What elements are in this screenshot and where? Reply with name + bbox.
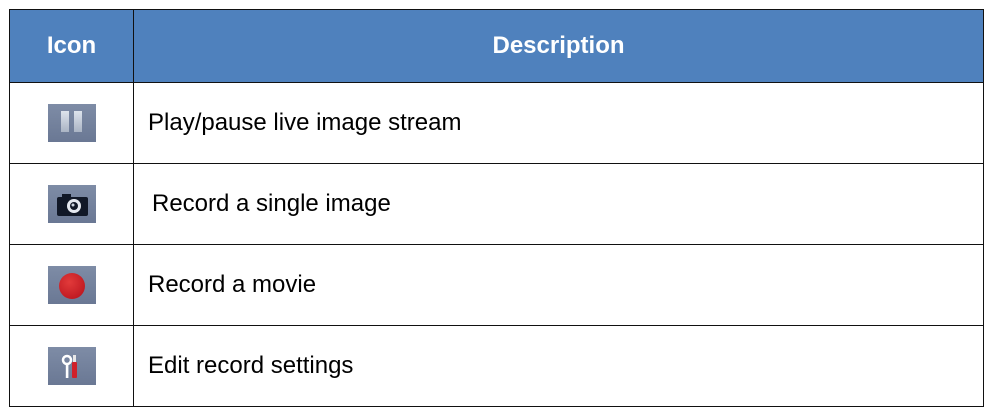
icon-cell (9, 82, 134, 164)
table-row: Record a single image (9, 163, 984, 245)
table-header-row: Icon Description (9, 9, 984, 83)
description-cell: Edit record settings (133, 325, 984, 407)
icon-cell (9, 325, 134, 407)
description-cell: Play/pause live image stream (133, 82, 984, 164)
description-cell: Record a movie (133, 244, 984, 326)
pause-icon (47, 104, 96, 142)
description-cell: Record a single image (133, 163, 984, 245)
header-description: Description (133, 9, 984, 83)
header-icon: Icon (9, 9, 134, 83)
record-icon (47, 266, 96, 304)
icon-cell (9, 163, 134, 245)
table-row: Play/pause live image stream (9, 82, 984, 164)
camera-icon (47, 185, 96, 223)
icon-description-table: Icon Description Play/pause live image s… (9, 9, 984, 407)
table-row: Edit record settings (9, 325, 984, 407)
icon-cell (9, 244, 134, 326)
table-row: Record a movie (9, 244, 984, 326)
settings-tools-icon (47, 347, 96, 385)
